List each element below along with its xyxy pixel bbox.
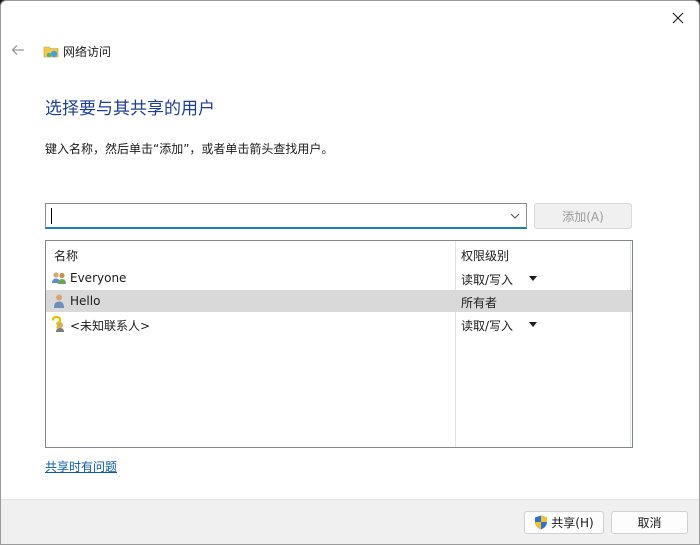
list-header: 名称 权限级别	[46, 241, 632, 265]
sharing-help-link[interactable]: 共享时有问题	[45, 458, 117, 475]
user-name-input[interactable]	[50, 206, 500, 226]
network-folder-icon	[43, 46, 59, 58]
list-row-hello[interactable]: Hello 所有者	[46, 290, 632, 312]
share-button[interactable]: 共享(H)	[524, 511, 604, 534]
list-row-everyone[interactable]: Everyone 读取/写入	[46, 267, 632, 289]
text-caret	[51, 208, 52, 224]
permission-dropdown-icon[interactable]	[528, 319, 538, 329]
permission-dropdown-icon[interactable]	[528, 273, 538, 283]
row-permission: 所有者	[461, 296, 498, 310]
row-name: Hello	[70, 294, 101, 308]
row-name: Everyone	[70, 271, 127, 285]
group-icon	[52, 272, 66, 284]
list-row-unknown-contact[interactable]: <未知联系人> 读取/写入	[46, 313, 632, 335]
column-header-permission[interactable]: 权限级别	[461, 247, 509, 264]
instruction-text: 键入名称，然后单击“添加”，或者单击箭头查找用户。	[45, 142, 334, 156]
unknown-user-icon	[51, 316, 64, 332]
nav-title-text: 网络访问	[63, 44, 112, 59]
network-access-dialog: 网络访问 选择要与其共享的用户 键入名称，然后单击“添加”，或者单击箭头查找用户…	[0, 0, 700, 545]
chevron-down-icon	[510, 213, 520, 219]
add-button[interactable]: 添加(A)	[534, 203, 632, 229]
user-permission-list: 名称 权限级别 Everyone 读取/写入 Hello 所有者 <未知联系人>…	[45, 240, 633, 448]
cancel-button[interactable]: 取消	[611, 511, 688, 534]
row-permission[interactable]: 读取/写入	[461, 271, 513, 288]
dialog-footer: 共享(H) 取消	[1, 499, 699, 544]
close-button[interactable]	[663, 5, 693, 31]
user-name-combobox[interactable]	[45, 203, 527, 229]
share-button-label: 共享(H)	[551, 516, 594, 530]
page-heading: 选择要与其共享的用户	[45, 99, 215, 119]
uac-shield-icon	[535, 515, 548, 530]
back-arrow-icon	[11, 45, 24, 55]
combo-dropdown-button[interactable]	[508, 209, 522, 223]
row-permission[interactable]: 读取/写入	[461, 317, 513, 334]
row-name: <未知联系人>	[70, 319, 151, 333]
user-icon	[54, 294, 64, 308]
close-icon	[672, 12, 684, 24]
back-button[interactable]	[9, 41, 27, 59]
nav-title: 网络访问	[43, 42, 111, 60]
column-header-name[interactable]: 名称	[54, 247, 78, 264]
